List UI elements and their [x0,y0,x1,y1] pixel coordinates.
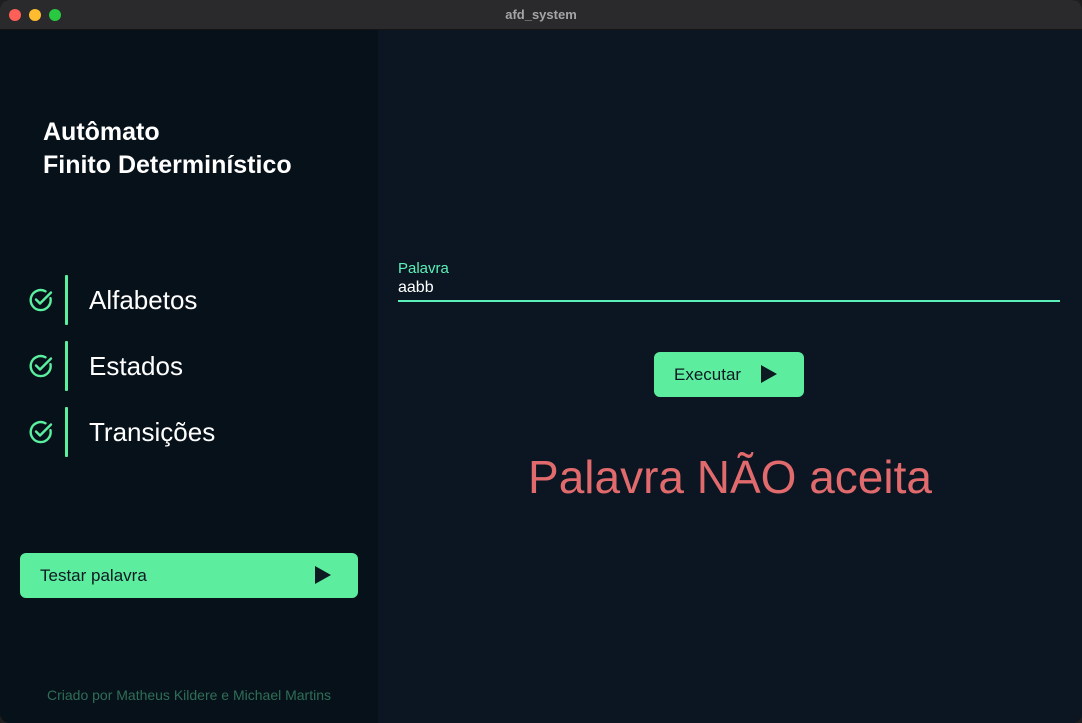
test-word-button-label: Testar palavra [40,566,147,585]
step-indicator-bar [65,341,68,391]
execute-button-label: Executar [674,365,742,384]
sidebar-step-estados[interactable]: Estados [28,341,328,391]
sidebar-step-label: Transições [89,417,216,447]
step-indicator-bar [65,275,68,325]
step-indicator-bar [65,407,68,457]
main-panel: Palavra Executar Palavra NÃO aceita [378,30,1082,723]
check-circle-icon [29,420,53,444]
check-circle-icon [29,288,53,312]
sidebar: Autômato Finito Determinístico Alfabetos… [0,30,378,723]
sidebar-step-alfabetos[interactable]: Alfabetos [28,275,328,325]
play-icon [761,365,777,383]
execute-button[interactable]: Executar [654,352,804,397]
word-input-underline [398,300,1060,302]
app-window: afd_system Autômato Finito Determinístic… [0,0,1082,723]
play-icon [315,566,331,584]
test-word-button[interactable]: Testar palavra [20,553,358,598]
title-bar: afd_system [0,0,1082,30]
window-title: afd_system [505,7,577,22]
app-title-line2: Finito Determinístico [43,151,292,179]
sidebar-step-transicoes[interactable]: Transições [28,407,328,457]
check-circle-icon [29,354,53,378]
word-input[interactable] [398,275,1060,301]
sidebar-step-label: Estados [89,351,183,381]
result-message: Palavra NÃO aceita [528,451,932,503]
credits-footer: Criado por Matheus Kildere e Michael Mar… [46,687,331,703]
sidebar-step-label: Alfabetos [89,285,198,315]
app-title: Autômato Finito Determinístico [43,116,292,182]
app-title-line1: Autômato [43,118,160,146]
